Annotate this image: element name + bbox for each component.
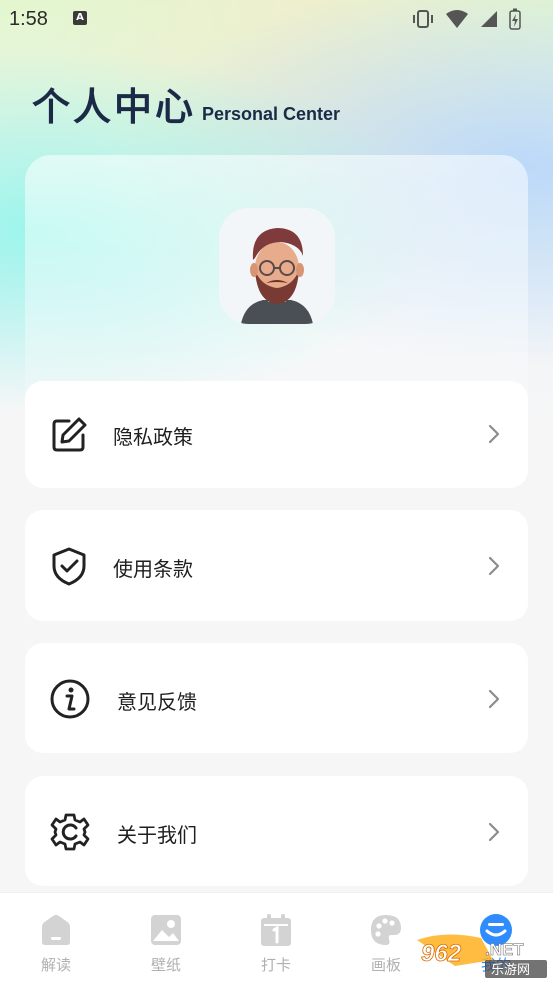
chevron-right-icon [488,689,500,709]
menu-item-terms-of-use[interactable]: 使用条款 [25,510,528,621]
wifi-icon [446,10,468,28]
svg-text:962: 962 [421,940,462,967]
page-title: 个人中心 Personal Center [32,76,340,131]
page-title-cn: 个人中心 [32,85,197,129]
status-bar: 1:58 A [0,0,553,36]
menu-label-about-us: 关于我们 [117,823,197,847]
palette-icon [371,915,401,945]
menu-item-privacy-policy[interactable]: 隐私政策 [25,381,528,488]
menu-item-about-us[interactable]: 关于我们 [25,776,528,886]
tab-interpret[interactable]: 解读 [26,913,86,975]
gear-icon [50,813,90,851]
chevron-right-icon [488,556,500,576]
watermark-logo: 962 .NET 乐游网 [415,932,550,980]
vibrate-icon [413,10,433,28]
tab-label-wallpaper: 壁纸 [150,956,181,974]
signal-icon [481,11,497,27]
tab-label-checkin: 打卡 [260,956,291,974]
chevron-right-icon [488,822,500,842]
tab-wallpaper[interactable]: 壁纸 [136,913,196,975]
svg-text:.NET: .NET [485,940,524,959]
status-icons [411,8,521,30]
battery-icon [509,8,521,30]
page-title-en: Personal Center [202,104,341,124]
tab-drawing-board[interactable]: 画板 [356,913,416,975]
menu-label-terms-of-use: 使用条款 [113,557,193,581]
chevron-right-icon [488,424,500,444]
status-time: 1:58 [9,8,48,30]
watermark-logo-graphic: 962 .NET 乐游网 [417,934,547,978]
avatar-icon [241,228,313,324]
menu-label-privacy-policy: 隐私政策 [113,425,193,449]
tab-label-interpret: 解读 [40,956,71,974]
calendar-icon [261,914,291,946]
menu-item-feedback[interactable]: 意见反馈 [25,643,528,753]
tab-label-drawing-board: 画板 [370,956,401,974]
shield-check-icon [52,547,86,586]
avatar[interactable] [219,208,335,324]
svg-text:乐游网: 乐游网 [491,963,530,978]
menu-label-feedback: 意见反馈 [117,690,197,714]
edit-icon [52,417,87,452]
tab-checkin[interactable]: 打卡 [246,913,306,975]
home-icon [42,915,70,945]
info-icon [50,679,90,719]
notification-a-icon: A [73,11,87,25]
image-icon [151,915,181,945]
